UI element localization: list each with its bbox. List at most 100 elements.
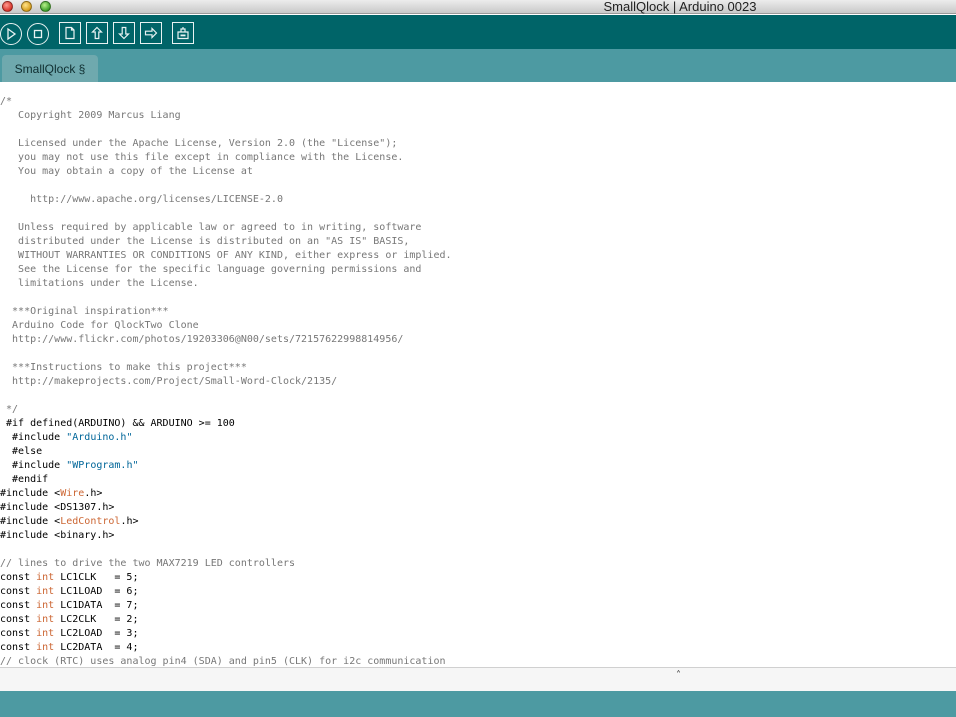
- code-token: http://makeprojects.com/Project/Small-Wo…: [0, 376, 338, 387]
- code-token: #else: [0, 446, 43, 457]
- code-token: LC1DATA = 7;: [54, 600, 139, 611]
- new-button[interactable]: [59, 22, 81, 44]
- code-token: int: [36, 600, 55, 611]
- code-line: limitations under the License.: [0, 277, 452, 291]
- code-token: You may obtain a copy of the License at: [0, 166, 253, 177]
- code-token: #include: [0, 460, 67, 471]
- code-line: Licensed under the Apache License, Versi…: [0, 137, 452, 151]
- code-line: ***Instructions to make this project***: [0, 361, 452, 375]
- code-token: .h>: [84, 488, 103, 499]
- code-token: */: [0, 404, 19, 415]
- code-token: Unless required by applicable law or agr…: [0, 222, 422, 233]
- save-arrow-down-icon: [118, 26, 130, 40]
- code-token: const: [0, 642, 37, 653]
- code-token: LC2CLK = 2;: [54, 614, 139, 625]
- code-token: int: [36, 628, 55, 639]
- code-line: Copyright 2009 Marcus Liang: [0, 109, 452, 123]
- code-token: Licensed under the Apache License, Versi…: [0, 138, 398, 149]
- code-token: ***Original inspiration***: [0, 306, 169, 317]
- code-line: #include <Wire.h>: [0, 487, 452, 501]
- code-token: const: [0, 600, 37, 611]
- code-editor[interactable]: /* Copyright 2009 Marcus Liang Licensed …: [0, 82, 956, 667]
- code-token: int: [36, 572, 55, 583]
- code-token: LC1LOAD = 6;: [54, 586, 139, 597]
- code-line: #if defined(ARDUINO) && ARDUINO >= 100: [0, 417, 452, 431]
- code-line: #else: [0, 445, 452, 459]
- code-line: #endif: [0, 473, 452, 487]
- code-line: const int LC2CLK = 2;: [0, 613, 452, 627]
- code-token: const: [0, 628, 37, 639]
- code-token: LC2LOAD = 3;: [54, 628, 139, 639]
- code-line: You may obtain a copy of the License at: [0, 165, 452, 179]
- code-line: Unless required by applicable law or agr…: [0, 221, 452, 235]
- code-token: // clock (RTC) uses analog pin4 (SDA) an…: [0, 656, 446, 667]
- code-line: */: [0, 403, 452, 417]
- code-line: #include "Arduino.h": [0, 431, 452, 445]
- code-token: distributed under the License is distrib…: [0, 236, 410, 247]
- new-document-icon: [65, 26, 75, 40]
- code-line: WITHOUT WARRANTIES OR CONDITIONS OF ANY …: [0, 249, 452, 263]
- open-button[interactable]: [86, 22, 108, 44]
- code-token: LC1CLK = 5;: [54, 572, 139, 583]
- code-token: LC2DATA = 4;: [54, 642, 139, 653]
- code-line: http://www.flickr.com/photos/19203306@N0…: [0, 333, 452, 347]
- code-token: int: [36, 642, 55, 653]
- toolbar: [0, 15, 956, 49]
- tab-smallqlock[interactable]: SmallQlock §: [2, 55, 98, 82]
- verify-button[interactable]: [0, 23, 22, 45]
- code-token: http://www.apache.org/licenses/LICENSE-2…: [0, 194, 283, 205]
- code-token: LedControl: [60, 516, 121, 527]
- code-token: you may not use this file except in comp…: [0, 152, 404, 163]
- code-token: .h>: [120, 516, 139, 527]
- code-line: #include <DS1307.h>: [0, 501, 452, 515]
- code-line: #include <LedControl.h>: [0, 515, 452, 529]
- title-bar: SmallQlock | Arduino 0023: [0, 0, 956, 14]
- code-line: const int LC2LOAD = 3;: [0, 627, 452, 641]
- code-line: #include "WProgram.h": [0, 459, 452, 473]
- code-line: // clock (RTC) uses analog pin4 (SDA) an…: [0, 655, 452, 667]
- code-token: Wire: [60, 488, 85, 499]
- code-line: ***Original inspiration***: [0, 305, 452, 319]
- code-token: #endif: [0, 474, 49, 485]
- serial-monitor-button[interactable]: [172, 22, 194, 44]
- save-button[interactable]: [113, 22, 135, 44]
- window-title: SmallQlock | Arduino 0023: [603, 0, 757, 14]
- code-token: http://www.flickr.com/photos/19203306@N0…: [0, 334, 404, 345]
- code-token: #if defined(ARDUINO) && ARDUINO >= 100: [0, 418, 235, 429]
- code-line: /*: [0, 95, 452, 109]
- code-token: const: [0, 572, 37, 583]
- code-token: See the License for the specific languag…: [0, 264, 422, 275]
- stop-icon: [33, 29, 43, 39]
- code-token: limitations under the License.: [0, 278, 199, 289]
- splitter-handle[interactable]: ˄: [676, 670, 681, 681]
- code-token: #include <binary.h>: [0, 530, 115, 541]
- code-line: // lines to drive the two MAX7219 LED co…: [0, 557, 452, 571]
- code-line: http://www.apache.org/licenses/LICENSE-2…: [0, 193, 452, 207]
- code-token: #include <DS1307.h>: [0, 502, 115, 513]
- code-token: // lines to drive the two MAX7219 LED co…: [0, 558, 296, 569]
- code-text: /* Copyright 2009 Marcus Liang Licensed …: [0, 95, 452, 667]
- code-token: #include <: [0, 516, 61, 527]
- upload-button[interactable]: [140, 22, 162, 44]
- code-line: you may not use this file except in comp…: [0, 151, 452, 165]
- code-line: const int LC1DATA = 7;: [0, 599, 452, 613]
- stop-button[interactable]: [27, 23, 49, 45]
- open-arrow-up-icon: [91, 26, 103, 40]
- play-icon: [7, 27, 17, 41]
- status-bar: [0, 691, 956, 717]
- code-line: http://makeprojects.com/Project/Small-Wo…: [0, 375, 452, 389]
- code-token: const: [0, 586, 37, 597]
- code-line: See the License for the specific languag…: [0, 263, 452, 277]
- serial-monitor-icon: [177, 27, 189, 40]
- code-line: const int LC1LOAD = 6;: [0, 585, 452, 599]
- code-token: ***Instructions to make this project***: [0, 362, 247, 373]
- code-token: int: [36, 614, 55, 625]
- code-line: const int LC1CLK = 5;: [0, 571, 452, 585]
- code-token: WITHOUT WARRANTIES OR CONDITIONS OF ANY …: [0, 250, 452, 261]
